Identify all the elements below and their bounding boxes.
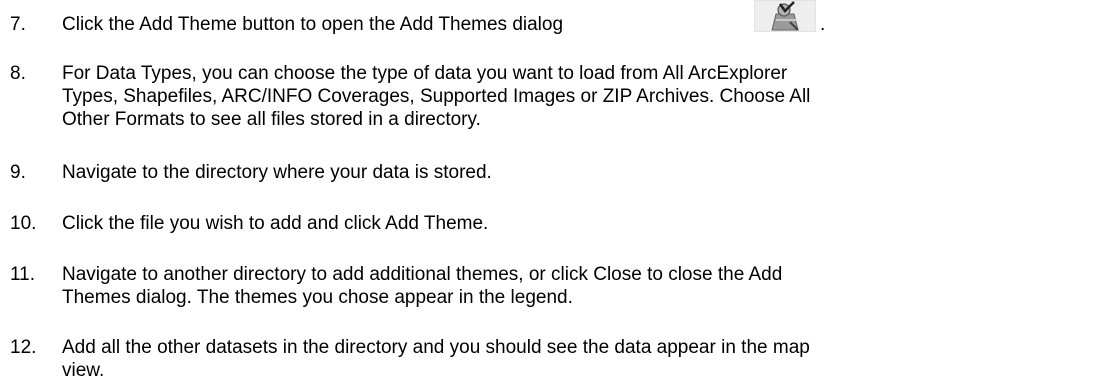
step-line: Click the file you wish to add and click…: [62, 213, 489, 234]
step-line: Add all the other datasets in the direct…: [62, 337, 810, 358]
step-text: For Data Types, you can choose the type …: [62, 62, 1112, 131]
trailing-period: .: [820, 14, 826, 35]
step-line: Types, Shapefiles, ARC/INFO Coverages, S…: [62, 86, 811, 107]
step-line: view.: [62, 360, 105, 381]
step-text: Add all the other datasets in the direct…: [62, 336, 1112, 382]
step-number: 7.: [10, 14, 26, 35]
step-number: 8.: [10, 63, 26, 84]
instruction-list: 7. Click the Add Theme button to open th…: [0, 0, 1119, 385]
add-theme-icon: [754, 0, 816, 32]
step-text: Click the file you wish to add and click…: [62, 212, 1112, 235]
step-number: 12.: [10, 337, 37, 358]
step-number: 9.: [10, 162, 26, 183]
step-text: Navigate to the directory where your dat…: [62, 161, 1112, 184]
step-line: Navigate to another directory to add add…: [62, 264, 783, 285]
step-line: Click the Add Theme button to open the A…: [62, 14, 564, 35]
step-text: Navigate to another directory to add add…: [62, 263, 1112, 309]
step-text: Click the Add Theme button to open the A…: [62, 13, 1112, 36]
step-line: For Data Types, you can choose the type …: [62, 63, 788, 84]
step-line: Navigate to the directory where your dat…: [62, 162, 492, 183]
step-line: Themes dialog. The themes you chose appe…: [62, 287, 573, 308]
step-number: 11.: [10, 264, 36, 285]
step-line: Other Formats to see all files stored in…: [62, 109, 481, 130]
step-number: 10.: [10, 213, 37, 234]
